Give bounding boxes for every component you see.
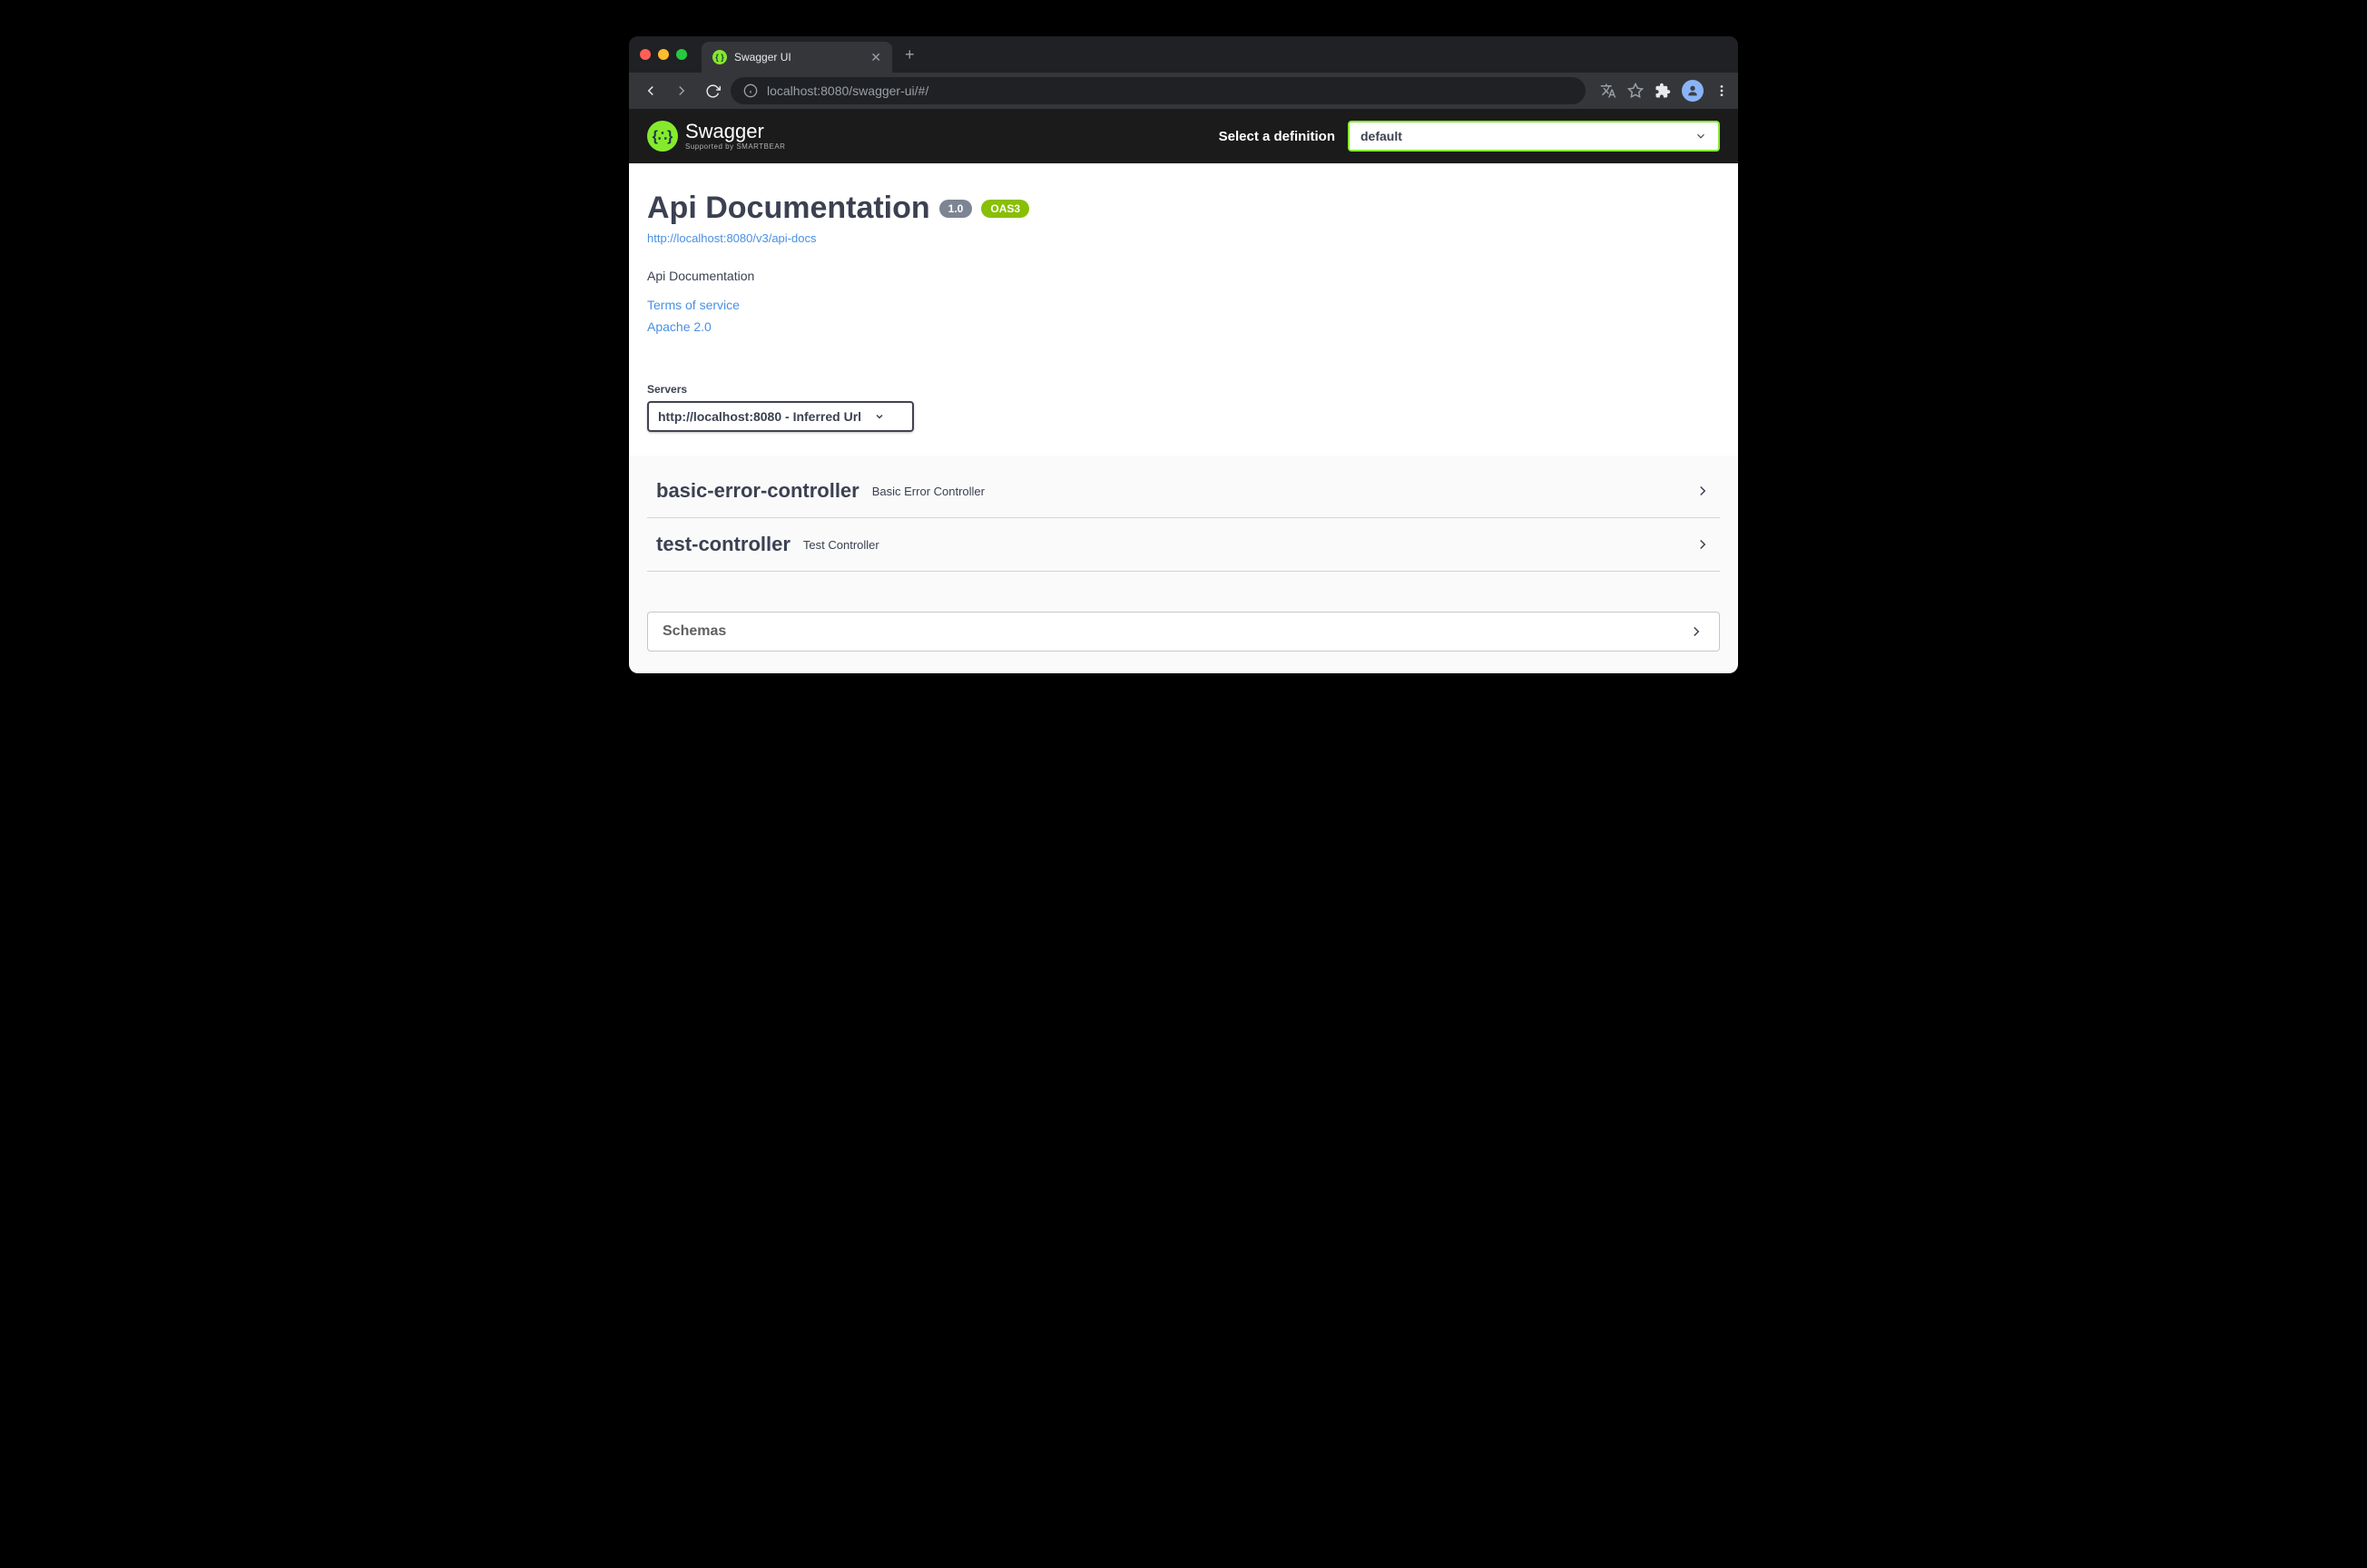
bookmark-icon[interactable] <box>1627 83 1644 99</box>
tag-test-controller[interactable]: test-controller Test Controller <box>647 518 1720 572</box>
definition-select[interactable]: default <box>1348 121 1720 152</box>
url-text: localhost:8080/swagger-ui/#/ <box>767 83 928 98</box>
swagger-page: Api Documentation 1.0 OAS3 http://localh… <box>629 163 1738 673</box>
servers-label: Servers <box>647 383 1720 396</box>
version-badge: 1.0 <box>939 200 973 218</box>
browser-tab[interactable]: { } Swagger UI ✕ <box>702 42 892 73</box>
forward-button[interactable] <box>669 78 694 103</box>
chevron-down-icon <box>874 411 885 422</box>
chevron-right-icon <box>1694 483 1711 499</box>
close-window-button[interactable] <box>640 49 651 60</box>
tab-title: Swagger UI <box>734 51 791 64</box>
license-link[interactable]: Apache 2.0 <box>647 319 1720 334</box>
schemas-title: Schemas <box>663 623 726 640</box>
browser-toolbar: localhost:8080/swagger-ui/#/ <box>629 73 1738 109</box>
tag-description: Basic Error Controller <box>872 485 985 498</box>
swagger-brand-sub: Supported by SMARTBEAR <box>685 143 785 151</box>
tag-description: Test Controller <box>803 538 879 552</box>
api-docs-link[interactable]: http://localhost:8080/v3/api-docs <box>647 231 1720 245</box>
schemas-toggle[interactable]: Schemas <box>647 612 1720 652</box>
server-select[interactable]: http://localhost:8080 - Inferred Url <box>647 401 914 432</box>
servers-section: Servers http://localhost:8080 - Inferred… <box>629 370 1738 456</box>
translate-icon[interactable] <box>1600 83 1616 99</box>
minimize-window-button[interactable] <box>658 49 669 60</box>
server-selected-value: http://localhost:8080 - Inferred Url <box>658 409 861 424</box>
tag-name: test-controller <box>656 533 791 556</box>
tags-section: basic-error-controller Basic Error Contr… <box>629 456 1738 593</box>
swagger-logo[interactable]: {∴} Swagger Supported by SMARTBEAR <box>647 121 785 152</box>
tag-name: basic-error-controller <box>656 479 859 503</box>
swagger-topbar: {∴} Swagger Supported by SMARTBEAR Selec… <box>629 109 1738 163</box>
window-controls <box>640 49 687 60</box>
api-description: Api Documentation <box>647 269 1720 283</box>
definition-value: default <box>1360 129 1402 143</box>
tab-favicon-icon: { } <box>712 50 727 64</box>
swagger-brand: Swagger <box>685 122 785 142</box>
tab-strip: { } Swagger UI ✕ + <box>629 36 1738 73</box>
tag-basic-error-controller[interactable]: basic-error-controller Basic Error Contr… <box>647 465 1720 518</box>
new-tab-button[interactable]: + <box>905 45 915 64</box>
browser-window: { } Swagger UI ✕ + localhost:8080/swagge… <box>629 36 1738 673</box>
profile-avatar[interactable] <box>1682 80 1704 102</box>
info-section: Api Documentation 1.0 OAS3 http://localh… <box>629 163 1738 370</box>
menu-icon[interactable] <box>1714 83 1729 98</box>
reload-button[interactable] <box>700 78 725 103</box>
swagger-logo-icon: {∴} <box>647 121 678 152</box>
maximize-window-button[interactable] <box>676 49 687 60</box>
terms-of-service-link[interactable]: Terms of service <box>647 298 1720 312</box>
schemas-section: Schemas <box>629 612 1738 673</box>
api-title: Api Documentation <box>647 191 930 226</box>
chevron-right-icon <box>1694 536 1711 553</box>
chevron-down-icon <box>1694 130 1707 142</box>
extensions-icon[interactable] <box>1655 83 1671 99</box>
select-definition-label: Select a definition <box>1219 129 1335 144</box>
address-bar[interactable]: localhost:8080/swagger-ui/#/ <box>731 77 1586 104</box>
oas-badge: OAS3 <box>981 200 1029 218</box>
tab-close-button[interactable]: ✕ <box>870 50 881 65</box>
chevron-right-icon <box>1688 623 1704 640</box>
back-button[interactable] <box>638 78 663 103</box>
toolbar-actions <box>1600 80 1729 102</box>
site-info-icon <box>743 83 758 98</box>
